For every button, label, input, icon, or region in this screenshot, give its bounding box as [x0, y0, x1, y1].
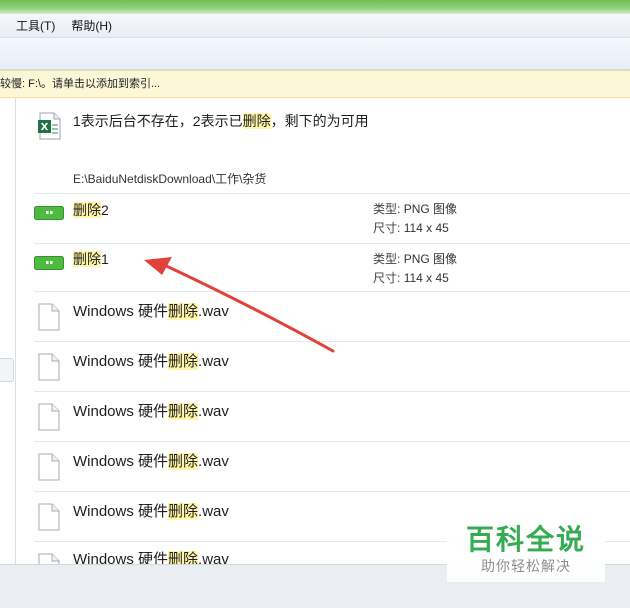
- image-name-suffix: 1: [101, 251, 109, 267]
- search-result-image[interactable]: 删除2 类型: PNG 图像 尺寸: 114 x 45: [34, 194, 630, 244]
- wav-name-prefix: Windows 硬件: [73, 503, 169, 520]
- image-meta: 类型: PNG 图像 尺寸: 114 x 45: [373, 250, 457, 288]
- search-term-highlight: 删除: [73, 251, 101, 267]
- wav-file-name: Windows 硬件删除.wav: [73, 548, 229, 564]
- image-thumbnail-icon: [34, 206, 64, 220]
- index-info-bar[interactable]: 较慢: F:\。请单击以添加到索引...: [0, 70, 630, 98]
- image-name-suffix: 2: [101, 202, 109, 218]
- size-label: 尺寸:: [373, 271, 401, 285]
- wav-name-suffix: .wav: [198, 503, 229, 520]
- wav-name-prefix: Windows 硬件: [73, 303, 169, 320]
- wav-name-suffix: .wav: [198, 353, 229, 370]
- document-title-suffix: ，剩下的为可用: [270, 113, 369, 129]
- image-thumbnail-icon: [34, 256, 64, 270]
- wav-name-suffix: .wav: [198, 303, 229, 320]
- search-term-highlight: 删除: [168, 353, 199, 370]
- wav-name-prefix: Windows 硬件: [73, 551, 169, 564]
- type-value: PNG 图像: [403, 252, 458, 266]
- toolbar: [0, 38, 630, 70]
- wav-name-suffix: .wav: [198, 551, 229, 564]
- menu-bar: 工具(T) 帮助(H): [0, 14, 630, 38]
- wav-name-suffix: .wav: [198, 403, 229, 420]
- type-label: 类型:: [373, 252, 401, 266]
- svg-text:X: X: [41, 122, 49, 133]
- search-term-highlight: 删除: [168, 453, 199, 470]
- generic-file-icon: [38, 453, 60, 481]
- window-title-bar: [0, 0, 630, 14]
- document-path: E:\BaiduNetdiskDownload\工作\杂货: [73, 172, 267, 186]
- search-result-wav[interactable]: Windows 硬件删除.wav: [34, 442, 630, 492]
- wav-name-prefix: Windows 硬件: [73, 453, 169, 470]
- size-label: 尺寸:: [373, 221, 401, 235]
- wav-name-prefix: Windows 硬件: [73, 403, 169, 420]
- search-result-document[interactable]: X 1表示后台不存在，2表示已删除，剩下的为可用 E:\BaiduNetdisk…: [34, 98, 630, 194]
- navigation-pane-scroll-handle[interactable]: [0, 358, 14, 382]
- search-result-wav[interactable]: Windows 硬件删除.wav: [34, 392, 630, 442]
- document-title: 1表示后台不存在，2表示已删除，剩下的为可用: [73, 111, 369, 131]
- image-name: 删除1: [73, 249, 109, 269]
- wav-name-suffix: .wav: [198, 453, 229, 470]
- search-term-highlight: 删除: [168, 551, 199, 564]
- wav-file-name: Windows 硬件删除.wav: [73, 500, 229, 521]
- menu-help[interactable]: 帮助(H): [63, 17, 120, 34]
- document-title-prefix: 1表示后台不存在，2表示已: [73, 113, 243, 129]
- wav-file-name: Windows 硬件删除.wav: [73, 450, 229, 471]
- menu-tools[interactable]: 工具(T): [8, 17, 63, 34]
- generic-file-icon: [38, 303, 60, 331]
- image-name: 删除2: [73, 200, 109, 220]
- wav-file-name: Windows 硬件删除.wav: [73, 350, 229, 371]
- wav-file-name: Windows 硬件删除.wav: [73, 300, 229, 321]
- wav-name-prefix: Windows 硬件: [73, 353, 169, 370]
- watermark-logo: 百科全说 助你轻松解决: [447, 508, 605, 582]
- search-result-wav[interactable]: Windows 硬件删除.wav: [34, 292, 630, 342]
- generic-file-icon: [38, 503, 60, 531]
- generic-file-icon: [38, 403, 60, 431]
- search-term-highlight: 删除: [73, 202, 101, 218]
- search-result-image[interactable]: 删除1 类型: PNG 图像 尺寸: 114 x 45: [34, 244, 630, 292]
- search-term-highlight: 删除: [168, 303, 199, 320]
- search-term-highlight: 删除: [242, 113, 271, 129]
- image-meta: 类型: PNG 图像 尺寸: 114 x 45: [373, 200, 457, 238]
- generic-file-icon: [38, 353, 60, 381]
- watermark-title: 百科全说: [465, 523, 586, 556]
- generic-file-icon: [38, 553, 60, 564]
- size-value: 114 x 45: [403, 271, 449, 285]
- size-value: 114 x 45: [403, 221, 449, 235]
- watermark-subtitle: 助你轻松解决: [481, 559, 571, 575]
- search-result-wav[interactable]: Windows 硬件删除.wav: [34, 342, 630, 392]
- navigation-pane: [0, 98, 16, 564]
- search-term-highlight: 删除: [168, 403, 199, 420]
- type-label: 类型:: [373, 202, 401, 216]
- search-term-highlight: 删除: [168, 503, 199, 520]
- wav-file-name: Windows 硬件删除.wav: [73, 400, 229, 421]
- type-value: PNG 图像: [403, 202, 458, 216]
- index-info-text: 较慢: F:\。请单击以添加到索引...: [0, 78, 161, 90]
- excel-document-icon: X: [38, 112, 62, 140]
